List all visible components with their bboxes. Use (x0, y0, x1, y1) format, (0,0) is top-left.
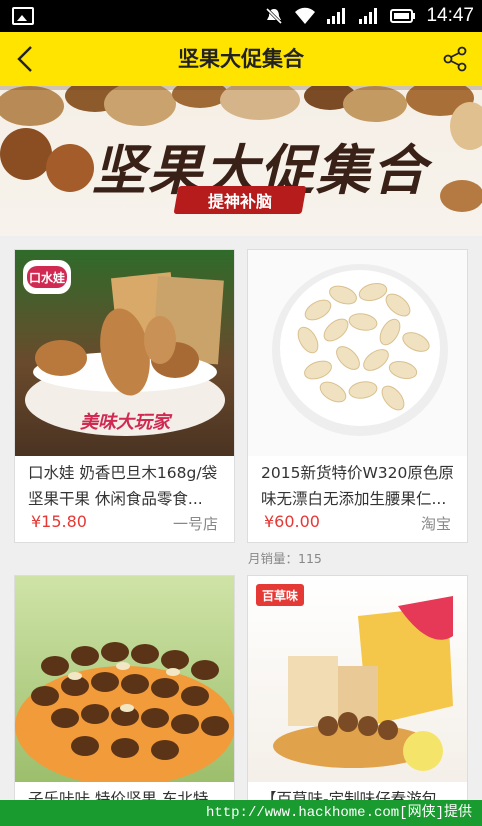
promo-banner[interactable]: 坚果大促集合 提神补脑 (0, 86, 482, 236)
status-bar: 14:47 (0, 0, 482, 32)
page-title: 坚果大促集合 (178, 47, 304, 71)
product-image: 美味大玩家 口水娃 (15, 250, 234, 456)
back-button[interactable] (6, 40, 44, 78)
share-button[interactable] (436, 40, 474, 78)
banner-tag: 提神补脑 (173, 186, 307, 214)
product-name: 2015新货特价W320原色原味无漂白无添加生腰果仁... (261, 464, 454, 508)
app-header: 坚果大促集合 (0, 32, 482, 86)
product-card[interactable]: 2015新货特价W320原色原味无漂白无添加生腰果仁... ¥60.00 淘宝 (247, 249, 468, 543)
chevron-left-icon (17, 46, 32, 72)
product-price: ¥60.00 (264, 512, 320, 531)
clock: 14:47 (426, 5, 474, 26)
wifi-icon (294, 7, 316, 25)
svg-text:口水娃: 口水娃 (29, 270, 65, 285)
product-image: 百草味 (248, 576, 467, 782)
watermark-bar: http://www.hackhome.com[网侠]提供 (0, 800, 482, 826)
image-icon (12, 7, 34, 25)
battery-icon (390, 8, 416, 24)
product-price: ¥15.80 (31, 512, 87, 531)
product-grid: 美味大玩家 口水娃 口水娃 奶香巴旦木168g/袋 坚果干果 休闲食品零食...… (0, 236, 482, 815)
banner-tag-text: 提神补脑 (207, 192, 272, 211)
product-store: 淘宝 (420, 515, 451, 533)
product-card[interactable]: 子乐咔咔 特价坚果 东北特 (14, 575, 235, 815)
monthly-sales: 月销量：115 (248, 551, 322, 566)
mute-icon (264, 6, 284, 26)
product-card[interactable]: 百草味 【百草味-定制味仔春游包 (247, 575, 468, 815)
product-image (248, 250, 467, 456)
status-icons: 14:47 (264, 0, 474, 32)
product-card[interactable]: 美味大玩家 口水娃 口水娃 奶香巴旦木168g/袋 坚果干果 休闲食品零食...… (14, 249, 235, 543)
signal-icon-2 (358, 7, 380, 25)
share-icon (443, 46, 467, 72)
signal-icon (326, 7, 348, 25)
product-image (15, 576, 234, 782)
product-name: 口水娃 奶香巴旦木168g/袋 坚果干果 休闲食品零食... (28, 464, 218, 508)
svg-text:百草味: 百草味 (262, 588, 298, 603)
product-store: 一号店 (172, 515, 218, 533)
svg-text:美味大玩家: 美味大玩家 (80, 412, 173, 433)
